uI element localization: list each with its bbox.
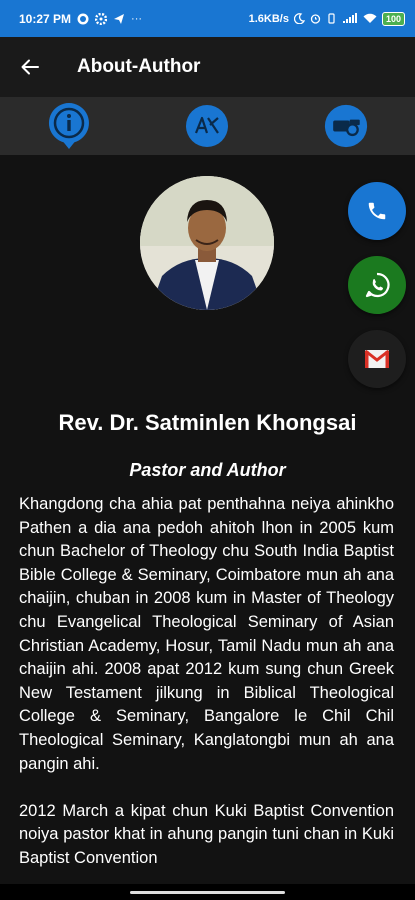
info-icon — [49, 103, 90, 149]
page-title: About-Author — [77, 56, 201, 77]
gmail-icon — [364, 349, 390, 368]
back-arrow-icon[interactable] — [20, 57, 40, 77]
app-bar: About-Author — [0, 37, 415, 97]
status-time: 10:27 PM — [19, 11, 72, 26]
alarm-icon — [310, 14, 321, 24]
call-button[interactable] — [348, 182, 406, 240]
battery-icon: 100 — [381, 11, 405, 26]
wifi-icon — [363, 13, 377, 23]
tab-donate[interactable] — [324, 104, 368, 148]
more-icon: ··· — [131, 12, 143, 25]
donate-icon — [324, 104, 367, 148]
phone-icon — [368, 202, 386, 220]
home-indicator[interactable] — [130, 891, 285, 894]
tab-bar — [0, 97, 415, 155]
net-speed: 1.6KB/s — [248, 12, 289, 25]
settings-icon — [95, 12, 108, 25]
translate-icon — [186, 105, 229, 147]
moon-icon — [293, 13, 305, 24]
bio-paragraph: 2012 March a kipat chun Kuki Baptist Con… — [19, 801, 394, 867]
tab-translate[interactable] — [185, 104, 229, 148]
tab-info[interactable] — [47, 103, 91, 149]
gmail-button[interactable] — [348, 330, 406, 388]
telegram-icon — [114, 13, 125, 24]
author-role: Pastor and Author — [129, 460, 286, 480]
signal-icon — [342, 13, 357, 23]
author-name: Rev. Dr. Satminlen Khongsai — [58, 410, 357, 435]
vibrate-icon — [328, 13, 335, 24]
whatsapp-icon — [77, 13, 89, 24]
status-bar: 10:27 PM ··· 1.6KB/s 100 — [0, 0, 415, 37]
author-bio: Khangdong cha ahia pat penthahna neiya a… — [19, 493, 394, 894]
whatsapp-icon — [365, 272, 390, 298]
whatsapp-button[interactable] — [348, 256, 406, 314]
bio-paragraph: Khangdong cha ahia pat penthahna neiya a… — [19, 495, 394, 773]
author-avatar — [140, 176, 274, 310]
